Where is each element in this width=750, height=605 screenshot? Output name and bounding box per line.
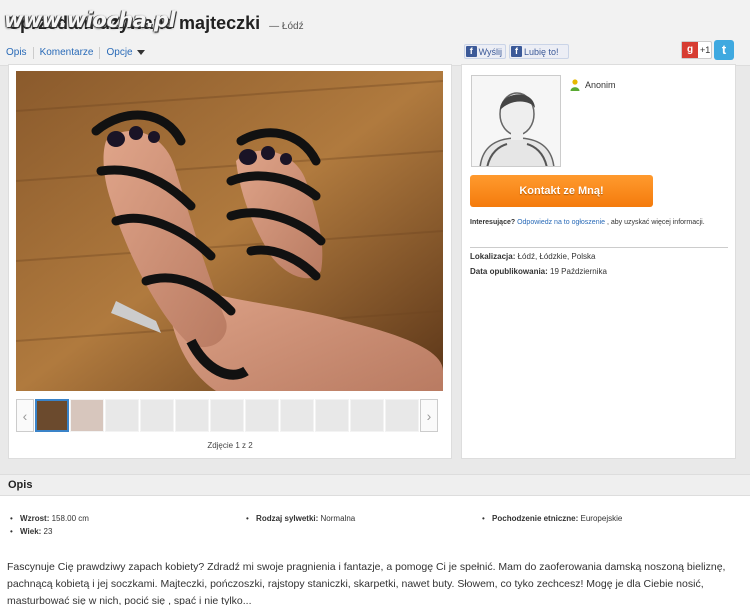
chevron-right-icon: › <box>426 407 432 424</box>
facebook-icon: f <box>511 46 522 57</box>
ad-city: — Łódź <box>269 21 304 32</box>
description-text: Fascynuje Cię prawdziwy zapach kobiety? … <box>7 561 726 605</box>
interest-note: Interesujące? Odpowiedz na to ogłoszenie… <box>470 217 730 228</box>
tab-bar: Opis Komentarze Opcje <box>0 44 151 62</box>
attr-ethnicity: Pochodzenie etniczne: Europejskie <box>482 514 622 523</box>
twitter-icon[interactable]: t <box>714 40 734 60</box>
chevron-left-icon: ‹ <box>22 407 28 424</box>
thumbnail-strip: ‹ › <box>16 398 443 433</box>
google-plus-label: +1 <box>700 45 711 55</box>
description-heading: Opis <box>0 475 750 496</box>
attr-height: Wzrost: 158.00 cm <box>10 514 89 523</box>
gallery-prev-button[interactable]: ‹ <box>16 399 34 432</box>
watermark-logo: www.wiocha.pl <box>4 8 176 32</box>
thumbnail-2[interactable] <box>70 399 104 432</box>
tab-opcje[interactable]: Opcje <box>100 47 150 59</box>
facebook-like-button[interactable]: f Lubię to! <box>509 44 569 59</box>
facebook-like-label: Lubię to! <box>524 46 559 57</box>
thumbnail-empty <box>245 399 279 432</box>
contact-button[interactable]: Kontakt ze Mną! <box>470 175 653 207</box>
profile-panel: Anonim Kontakt ze Mną! Interesujące? Odp… <box>461 64 736 459</box>
tab-opcje-label: Opcje <box>106 47 133 58</box>
facebook-icon: f <box>466 46 477 57</box>
interest-label: Interesujące? <box>470 219 516 226</box>
username-label: Anonim <box>585 80 616 90</box>
thumbnail-empty <box>385 399 419 432</box>
caret-down-icon <box>136 49 145 55</box>
reply-link[interactable]: Odpowiedz na to ogłoszenie <box>517 219 605 226</box>
published-value: 19 Października <box>550 267 607 276</box>
user-icon <box>570 79 580 91</box>
attr-ethnic-label: Pochodzenie etniczne: <box>492 514 579 523</box>
attr-height-value: 158.00 cm <box>51 514 89 523</box>
username[interactable]: Anonim <box>570 79 616 91</box>
attr-height-label: Wzrost: <box>20 514 50 523</box>
attr-ethnic-value: Europejskie <box>580 514 623 523</box>
location-value: Łódź, Łódzkie, Polska <box>517 252 596 261</box>
main-photo[interactable] <box>16 71 443 391</box>
tab-komentarze[interactable]: Komentarze <box>34 47 101 59</box>
thumbnail-empty <box>140 399 174 432</box>
published-row: Data opublikowania: 19 Października <box>470 267 607 276</box>
attr-body-value: Normalna <box>320 514 356 523</box>
page-header: Sprzedam używane majteczki — Łódź www.wi… <box>0 0 750 66</box>
facebook-send-button[interactable]: f Wyślij <box>464 44 506 59</box>
thumbnail-empty <box>315 399 349 432</box>
divider <box>470 247 728 248</box>
description-panel: Opis Wzrost: 158.00 cm Wiek: 23 Rodzaj s… <box>0 474 750 605</box>
google-plus-button[interactable]: g +1 <box>681 41 712 59</box>
attr-body-label: Rodzaj sylwetki: <box>256 514 319 523</box>
interest-rest: , aby uzyskać więcej informacji. <box>607 219 705 226</box>
attr-body-type: Rodzaj sylwetki: Normalna <box>246 514 355 523</box>
published-label: Data opublikowania: <box>470 267 548 276</box>
photo-image <box>16 71 443 391</box>
attr-age-value: 23 <box>43 527 53 536</box>
attr-age: Wiek: 23 <box>10 527 52 536</box>
photo-panel: ‹ › Zdjęcie 1 z 2 <box>8 64 452 459</box>
thumbnail-empty <box>280 399 314 432</box>
facebook-send-label: Wyślij <box>478 46 502 57</box>
google-plus-icon: g <box>682 42 698 58</box>
photo-counter: Zdjęcie 1 z 2 <box>207 441 253 450</box>
thumbnail-empty <box>105 399 139 432</box>
gallery-next-button[interactable]: › <box>420 399 438 432</box>
thumbnail-empty <box>350 399 384 432</box>
default-avatar-icon <box>472 76 560 166</box>
thumbnail-empty <box>210 399 244 432</box>
attr-age-label: Wiek: <box>20 527 42 536</box>
thumbnail-1[interactable] <box>35 399 69 432</box>
thumbnail-empty <box>175 399 209 432</box>
tab-opis[interactable]: Opis <box>0 47 34 59</box>
location-row: Lokalizacja: Łódź, Łódzkie, Polska <box>470 252 595 261</box>
location-label: Lokalizacja: <box>470 252 516 261</box>
avatar[interactable] <box>471 75 561 167</box>
